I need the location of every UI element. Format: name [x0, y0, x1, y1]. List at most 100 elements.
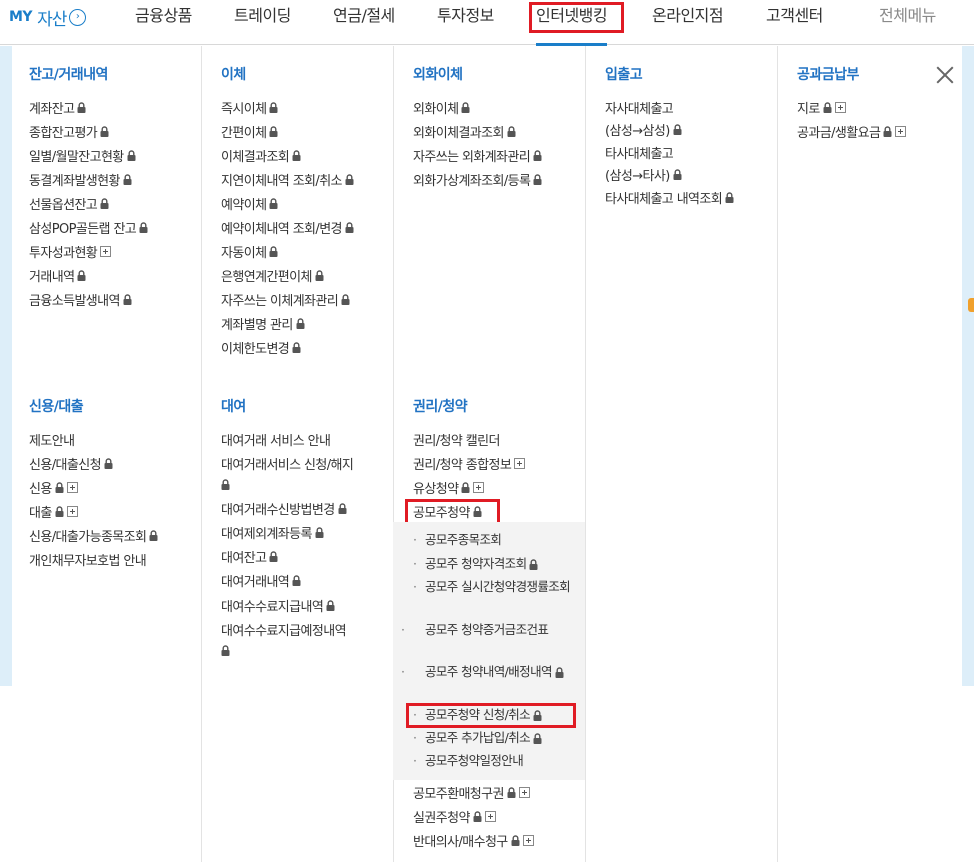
menu-item[interactable]: 거래내역 — [29, 266, 86, 285]
plus-icon[interactable] — [473, 481, 485, 493]
arrow-right-circle-icon: › — [69, 8, 87, 26]
submenu-item[interactable]: · 공모주 청약내역/배정내역 — [401, 662, 587, 682]
menu-item[interactable]: 예약이체 — [221, 194, 278, 213]
plus-icon[interactable] — [895, 125, 907, 137]
nav-customer-center[interactable]: 고객센터 — [766, 4, 823, 28]
menu-item-label: 대여수수료지급예정내역 — [221, 623, 347, 639]
menu-item[interactable]: 타사대체출고 내역조회 — [605, 188, 734, 207]
lock-icon — [473, 811, 482, 822]
menu-item[interactable]: 공과금/생활요금 — [797, 122, 907, 141]
menu-item[interactable]: 이체결과조회 — [221, 146, 301, 165]
menu-item[interactable]: 종합잔고평가 — [29, 122, 109, 141]
menu-item[interactable]: 대여제외계좌등록 — [221, 523, 324, 542]
plus-icon[interactable] — [66, 505, 78, 517]
lock-icon — [315, 270, 324, 281]
menu-item-label: 자동이체 — [221, 245, 267, 261]
menu-item[interactable]: 대출 — [29, 502, 78, 521]
menu-item[interactable]: 지로 — [797, 98, 846, 117]
menu-item[interactable]: 대여거래 서비스 안내 — [221, 430, 331, 449]
nav-all-menu[interactable]: 전체메뉴 — [879, 4, 936, 28]
menu-item[interactable]: 신용 — [29, 478, 78, 497]
top-navigation: MY 자산 › 금융상품 트레이딩 연금/절세 투자정보 인터넷뱅킹 온라인지점… — [0, 0, 974, 46]
bullet: · — [401, 664, 405, 679]
menu-item[interactable]: 반대의사/매수청구 — [413, 831, 534, 850]
section-title-fx-transfer: 외화이체 — [413, 67, 463, 83]
menu-item[interactable]: 공모주환매청구권 — [413, 783, 530, 802]
submenu-item-label: 공모주청약일정안내 — [425, 753, 524, 768]
background-strip — [962, 46, 974, 686]
submenu-item[interactable]: · 공모주 실시간청약경쟁률조회 — [413, 577, 587, 597]
menu-item[interactable]: 삼성POP골든랩 잔고 — [29, 218, 148, 237]
submenu-item[interactable]: · 공모주 청약자격조회 — [413, 554, 538, 574]
nav-financial-products[interactable]: 금융상품 — [135, 4, 192, 28]
menu-item[interactable]: 대여수수료지급내역 — [221, 596, 335, 615]
lock-icon — [292, 342, 301, 353]
nav-online-branch[interactable]: 온라인지점 — [652, 4, 724, 28]
submenu-item[interactable]: · 공모주종목조회 — [413, 530, 502, 550]
menu-item[interactable]: 즉시이체 — [221, 98, 278, 117]
menu-item[interactable]: 신용/대출신청 — [29, 454, 113, 473]
menu-item[interactable]: 개인채무자보호법 안내 — [29, 550, 147, 569]
plus-icon[interactable] — [100, 245, 112, 257]
menu-item[interactable]: 자주쓰는 이체계좌관리 — [221, 290, 350, 309]
menu-item[interactable]: 계좌잔고 — [29, 98, 86, 117]
menu-item-label: 은행연계간편이체 — [221, 269, 312, 285]
plus-icon[interactable] — [484, 810, 496, 822]
submenu-item[interactable]: · 공모주 추가납입/취소 — [413, 728, 542, 748]
plus-icon[interactable] — [518, 786, 530, 798]
nav-investment-info[interactable]: 투자정보 — [437, 4, 494, 28]
menu-item[interactable]: 외화이체결과조회 — [413, 122, 516, 141]
edge-decoration — [968, 298, 974, 312]
plus-icon[interactable] — [514, 457, 526, 469]
menu-item[interactable]: 계좌별명 관리 — [221, 314, 305, 333]
menu-item[interactable]: 유상청약 — [413, 478, 485, 497]
menu-item[interactable]: 대여거래서비스 신청/해지 — [221, 454, 354, 473]
menu-item[interactable]: 실권주청약 — [413, 807, 496, 826]
menu-item[interactable]: 선물옵션잔고 — [29, 194, 109, 213]
plus-icon[interactable] — [834, 101, 846, 113]
menu-item[interactable]: 자사대체출고 — [605, 98, 674, 117]
menu-item-label: 금융소득발생내역 — [29, 293, 120, 309]
menu-item-label: 자주쓰는 외화계좌관리 — [413, 149, 531, 165]
menu-item[interactable]: 자동이체 — [221, 242, 278, 261]
menu-item[interactable]: 제도안내 — [29, 430, 75, 449]
lock-icon — [123, 174, 132, 185]
menu-item[interactable]: 투자성과현황 — [29, 242, 112, 261]
menu-item-label: 권리/청약 종합정보 — [413, 457, 512, 473]
my-asset-link[interactable]: MY 자산 › — [9, 5, 87, 30]
menu-item[interactable]: 간편이체 — [221, 122, 278, 141]
menu-item[interactable]: 대여잔고 — [221, 547, 278, 566]
plus-icon[interactable] — [522, 834, 534, 846]
menu-item-label: 간편이체 — [221, 125, 267, 141]
menu-item[interactable]: 동결계좌발생현황 — [29, 170, 132, 189]
menu-item[interactable]: 타사대체출고 — [605, 143, 674, 162]
lock-icon — [533, 174, 542, 185]
menu-item[interactable]: 이체한도변경 — [221, 338, 301, 357]
menu-item-label: 이체결과조회 — [221, 149, 290, 165]
close-icon[interactable] — [934, 64, 956, 86]
menu-item[interactable]: 대여수수료지급예정내역 — [221, 620, 347, 639]
submenu-item[interactable]: · 공모주청약일정안내 — [413, 751, 524, 771]
menu-item[interactable]: 예약이체내역 조회/변경 — [221, 218, 354, 237]
menu-item[interactable]: (삼성→타사) — [605, 165, 682, 184]
plus-icon[interactable] — [66, 481, 78, 493]
lock-icon — [673, 124, 682, 135]
menu-item[interactable]: 은행연계간편이체 — [221, 266, 324, 285]
lock-icon — [338, 503, 347, 514]
menu-item[interactable]: 대여거래내역 — [221, 571, 301, 590]
menu-item[interactable]: 권리/청약 종합정보 — [413, 454, 526, 473]
menu-item[interactable]: 대여거래수신방법변경 — [221, 499, 347, 518]
menu-item[interactable]: 자주쓰는 외화계좌관리 — [413, 146, 542, 165]
section-title-transfer: 이체 — [221, 67, 246, 83]
menu-item[interactable]: 외화가상계좌조회/등록 — [413, 170, 542, 189]
menu-item[interactable]: (삼성→삼성) — [605, 120, 682, 139]
submenu-item[interactable]: · 공모주 청약증거금조건표 — [401, 620, 587, 640]
menu-item[interactable]: 지연이체내역 조회/취소 — [221, 170, 354, 189]
menu-item[interactable]: 일별/월말잔고현황 — [29, 146, 136, 165]
menu-item[interactable]: 외화이체 — [413, 98, 470, 117]
menu-item[interactable]: 금융소득발생내역 — [29, 290, 132, 309]
nav-trading[interactable]: 트레이딩 — [234, 4, 291, 28]
menu-item[interactable]: 권리/청약 캘린더 — [413, 430, 500, 449]
nav-pension-tax[interactable]: 연금/절세 — [333, 4, 395, 28]
menu-item[interactable]: 신용/대출가능종목조회 — [29, 526, 158, 545]
